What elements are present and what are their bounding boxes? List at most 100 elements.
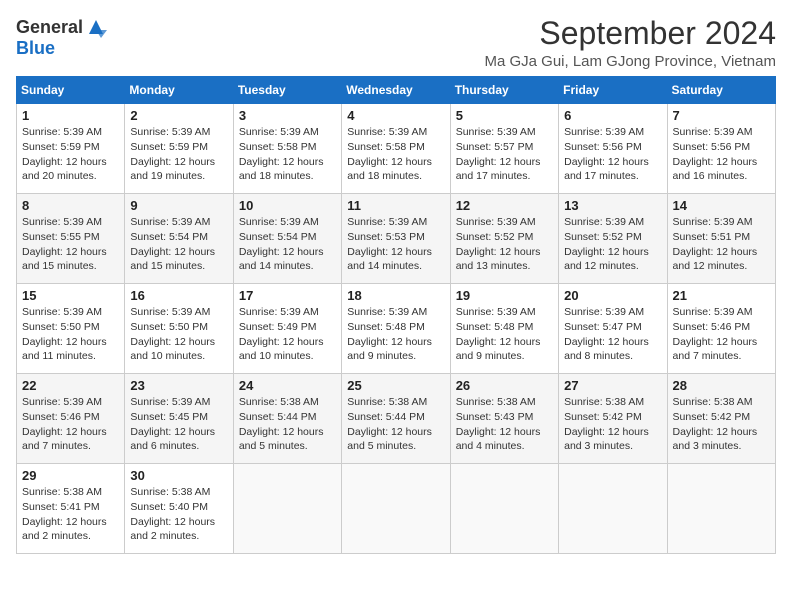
page-header: General Blue September 2024 Ma GJa Gui, … bbox=[16, 16, 776, 70]
day-number: 2 bbox=[130, 108, 227, 123]
day-number: 8 bbox=[22, 198, 119, 213]
table-row: 10Sunrise: 5:39 AMSunset: 5:54 PMDayligh… bbox=[233, 194, 341, 284]
day-number: 24 bbox=[239, 378, 336, 393]
calendar-row: 15 Sunrise: 5:39 AMSunset: 5:50 PMDayligh… bbox=[17, 284, 776, 374]
day-info: Sunrise: 5:39 AMSunset: 5:56 PMDaylight:… bbox=[673, 125, 770, 184]
day-number: 27 bbox=[564, 378, 661, 393]
day-number: 15 bbox=[22, 288, 119, 303]
day-info: Sunrise: 5:39 AMSunset: 5:55 PMDaylight:… bbox=[22, 215, 119, 274]
day-number: 28 bbox=[673, 378, 770, 393]
table-row: 9 Sunrise: 5:39 AMSunset: 5:54 PMDaylight… bbox=[125, 194, 233, 284]
table-row: 28 Sunrise: 5:38 AMSunset: 5:42 PMDayligh… bbox=[667, 374, 775, 464]
calendar-row: 8 Sunrise: 5:39 AMSunset: 5:55 PMDaylight… bbox=[17, 194, 776, 284]
day-number: 21 bbox=[673, 288, 770, 303]
table-row: 19 Sunrise: 5:39 AMSunset: 5:48 PMDayligh… bbox=[450, 284, 558, 374]
day-info: Sunrise: 5:39 AMSunset: 5:45 PMDaylight:… bbox=[130, 395, 227, 454]
day-number: 23 bbox=[130, 378, 227, 393]
day-number: 10 bbox=[239, 198, 336, 213]
day-number: 19 bbox=[456, 288, 553, 303]
table-row: 23 Sunrise: 5:39 AMSunset: 5:45 PMDayligh… bbox=[125, 374, 233, 464]
logo-icon bbox=[85, 16, 107, 38]
day-number: 9 bbox=[130, 198, 227, 213]
day-info: Sunrise: 5:39 AMSunset: 5:52 PMDaylight:… bbox=[456, 215, 553, 274]
day-info: Sunrise: 5:39 AMSunset: 5:53 PMDaylight:… bbox=[347, 215, 444, 274]
table-row: 20Sunrise: 5:39 AMSunset: 5:47 PMDayligh… bbox=[559, 284, 667, 374]
day-info: Sunrise: 5:38 AMSunset: 5:43 PMDaylight:… bbox=[456, 395, 553, 454]
table-row: 12 Sunrise: 5:39 AMSunset: 5:52 PMDayligh… bbox=[450, 194, 558, 284]
day-info: Sunrise: 5:39 AMSunset: 5:56 PMDaylight:… bbox=[564, 125, 661, 184]
day-number: 18 bbox=[347, 288, 444, 303]
day-number: 5 bbox=[456, 108, 553, 123]
location-title: Ma GJa Gui, Lam GJong Province, Vietnam bbox=[484, 53, 776, 70]
calendar-row: 29Sunrise: 5:38 AMSunset: 5:41 PMDayligh… bbox=[17, 464, 776, 554]
table-row: 1 Sunrise: 5:39 AMSunset: 5:59 PMDaylight… bbox=[17, 104, 125, 194]
day-info: Sunrise: 5:39 AMSunset: 5:46 PMDaylight:… bbox=[22, 395, 119, 454]
table-row: 17 Sunrise: 5:39 AMSunset: 5:49 PMDayligh… bbox=[233, 284, 341, 374]
table-row: 2 Sunrise: 5:39 AMSunset: 5:59 PMDaylight… bbox=[125, 104, 233, 194]
day-info: Sunrise: 5:39 AMSunset: 5:52 PMDaylight:… bbox=[564, 215, 661, 274]
day-number: 6 bbox=[564, 108, 661, 123]
table-row: 16 Sunrise: 5:39 AMSunset: 5:50 PMDayligh… bbox=[125, 284, 233, 374]
day-number: 4 bbox=[347, 108, 444, 123]
day-info: Sunrise: 5:38 AMSunset: 5:42 PMDaylight:… bbox=[673, 395, 770, 454]
day-number: 13 bbox=[564, 198, 661, 213]
header-thursday: Thursday bbox=[450, 77, 558, 104]
calendar-row: 22 Sunrise: 5:39 AMSunset: 5:46 PMDayligh… bbox=[17, 374, 776, 464]
table-row: 30 Sunrise: 5:38 AMSunset: 5:40 PMDayligh… bbox=[125, 464, 233, 554]
table-row: 22 Sunrise: 5:39 AMSunset: 5:46 PMDayligh… bbox=[17, 374, 125, 464]
empty-cell bbox=[450, 464, 558, 554]
day-info: Sunrise: 5:39 AMSunset: 5:59 PMDaylight:… bbox=[22, 125, 119, 184]
table-row: 7 Sunrise: 5:39 AMSunset: 5:56 PMDaylight… bbox=[667, 104, 775, 194]
header-tuesday: Tuesday bbox=[233, 77, 341, 104]
empty-cell bbox=[233, 464, 341, 554]
table-row: 3 Sunrise: 5:39 AMSunset: 5:58 PMDaylight… bbox=[233, 104, 341, 194]
month-title: September 2024 bbox=[484, 16, 776, 51]
title-section: September 2024 Ma GJa Gui, Lam GJong Pro… bbox=[484, 16, 776, 70]
day-number: 11 bbox=[347, 198, 444, 213]
day-number: 12 bbox=[456, 198, 553, 213]
day-info: Sunrise: 5:38 AMSunset: 5:40 PMDaylight:… bbox=[130, 485, 227, 544]
day-info: Sunrise: 5:39 AMSunset: 5:58 PMDaylight:… bbox=[239, 125, 336, 184]
logo: General Blue bbox=[16, 16, 107, 59]
logo-general-text: General bbox=[16, 17, 83, 38]
calendar-row: 1 Sunrise: 5:39 AMSunset: 5:59 PMDaylight… bbox=[17, 104, 776, 194]
table-row: 27 Sunrise: 5:38 AMSunset: 5:42 PMDayligh… bbox=[559, 374, 667, 464]
table-row: 15Sunrise: 5:39 AMSunset: 5:50 PMDayligh… bbox=[17, 284, 125, 374]
day-info: Sunrise: 5:39 AMSunset: 5:50 PMDaylight:… bbox=[130, 305, 227, 364]
day-number: 16 bbox=[130, 288, 227, 303]
day-info: Sunrise: 5:39 AMSunset: 5:59 PMDaylight:… bbox=[130, 125, 227, 184]
calendar-header-row: Sunday Monday Tuesday Wednesday Thursday… bbox=[17, 77, 776, 104]
day-info: Sunrise: 5:38 AMSunset: 5:44 PMDaylight:… bbox=[239, 395, 336, 454]
logo-blue-text: Blue bbox=[16, 38, 55, 59]
day-number: 1 bbox=[22, 108, 119, 123]
day-info: Sunrise: 5:39 AMSunset: 5:46 PMDaylight:… bbox=[673, 305, 770, 364]
table-row: 8 Sunrise: 5:39 AMSunset: 5:55 PMDaylight… bbox=[17, 194, 125, 284]
day-info: Sunrise: 5:39 AMSunset: 5:51 PMDaylight:… bbox=[673, 215, 770, 274]
day-number: 14 bbox=[673, 198, 770, 213]
table-row: 26 Sunrise: 5:38 AMSunset: 5:43 PMDayligh… bbox=[450, 374, 558, 464]
day-info: Sunrise: 5:39 AMSunset: 5:54 PMDaylight:… bbox=[130, 215, 227, 274]
table-row: 14 Sunrise: 5:39 AMSunset: 5:51 PMDayligh… bbox=[667, 194, 775, 284]
table-row: 4Sunrise: 5:39 AMSunset: 5:58 PMDaylight… bbox=[342, 104, 450, 194]
day-info: Sunrise: 5:38 AMSunset: 5:42 PMDaylight:… bbox=[564, 395, 661, 454]
table-row: 18 Sunrise: 5:39 AMSunset: 5:48 PMDayligh… bbox=[342, 284, 450, 374]
day-number: 30 bbox=[130, 468, 227, 483]
table-row: 29Sunrise: 5:38 AMSunset: 5:41 PMDayligh… bbox=[17, 464, 125, 554]
table-row: 21 Sunrise: 5:39 AMSunset: 5:46 PMDayligh… bbox=[667, 284, 775, 374]
day-number: 25 bbox=[347, 378, 444, 393]
day-number: 20 bbox=[564, 288, 661, 303]
day-number: 17 bbox=[239, 288, 336, 303]
day-number: 29 bbox=[22, 468, 119, 483]
header-wednesday: Wednesday bbox=[342, 77, 450, 104]
table-row: 5Sunrise: 5:39 AMSunset: 5:57 PMDaylight… bbox=[450, 104, 558, 194]
day-info: Sunrise: 5:39 AMSunset: 5:48 PMDaylight:… bbox=[347, 305, 444, 364]
day-info: Sunrise: 5:39 AMSunset: 5:49 PMDaylight:… bbox=[239, 305, 336, 364]
day-number: 22 bbox=[22, 378, 119, 393]
header-sunday: Sunday bbox=[17, 77, 125, 104]
day-info: Sunrise: 5:39 AMSunset: 5:48 PMDaylight:… bbox=[456, 305, 553, 364]
day-number: 26 bbox=[456, 378, 553, 393]
day-number: 7 bbox=[673, 108, 770, 123]
header-saturday: Saturday bbox=[667, 77, 775, 104]
day-number: 3 bbox=[239, 108, 336, 123]
table-row: 11 Sunrise: 5:39 AMSunset: 5:53 PMDayligh… bbox=[342, 194, 450, 284]
